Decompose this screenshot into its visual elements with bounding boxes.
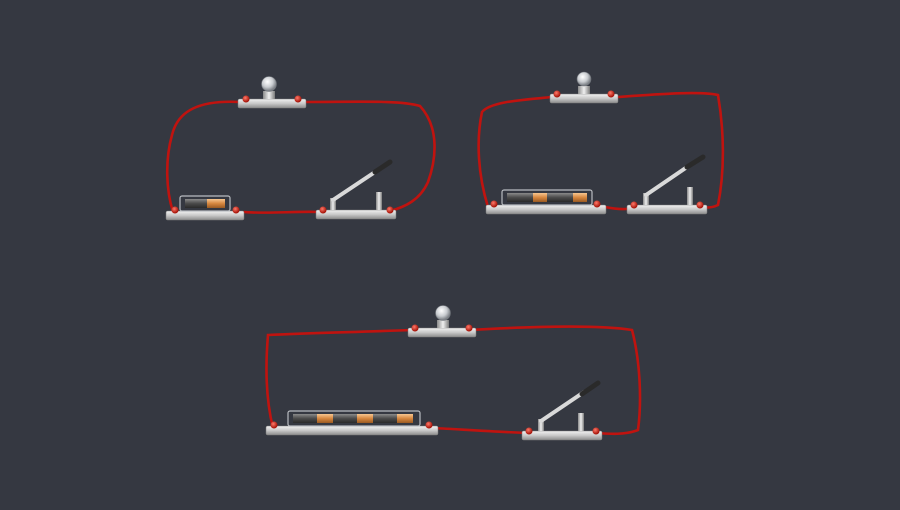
circuit-two-cells <box>477 71 725 215</box>
bulb-icon <box>549 71 619 104</box>
knife-switch-icon <box>626 154 708 215</box>
battery-icon <box>485 189 607 215</box>
circuit-diagram-canvas <box>0 0 900 510</box>
circuit-one-cell <box>165 76 436 221</box>
battery-icon <box>165 195 245 221</box>
bulb-icon <box>237 76 307 109</box>
knife-switch-icon <box>521 380 603 441</box>
circuit-three-cells <box>265 305 642 441</box>
battery-icon <box>265 410 439 436</box>
wire <box>477 91 725 211</box>
bulb-icon <box>407 305 477 338</box>
circuit-diagram <box>165 71 725 441</box>
knife-switch-icon <box>315 159 397 220</box>
